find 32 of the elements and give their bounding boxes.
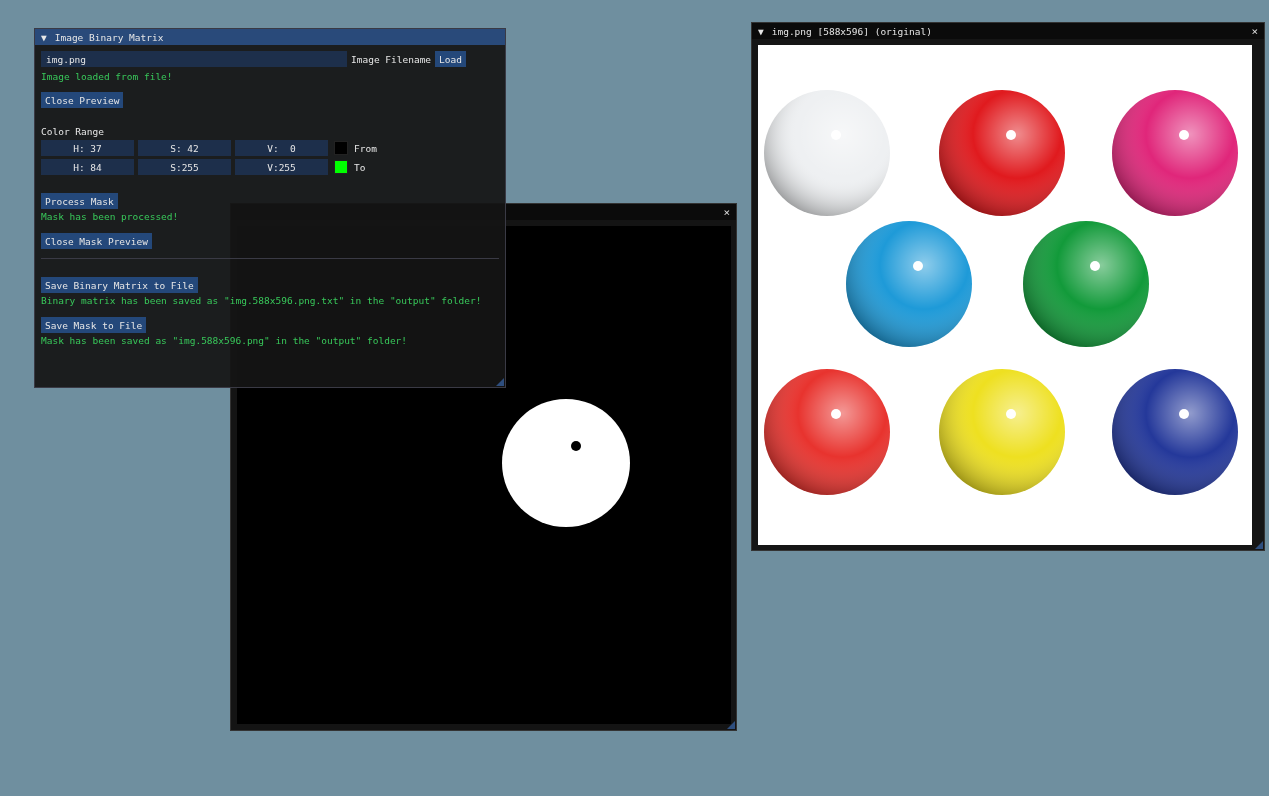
color-swatch[interactable] [334, 141, 348, 155]
color-swatch[interactable] [334, 160, 348, 174]
field-label: Image Filename [351, 53, 432, 65]
resize-grip-icon[interactable] [727, 721, 735, 729]
close-icon[interactable]: × [1251, 24, 1258, 38]
window-title: img.png [588x596] (original) [771, 25, 932, 37]
collapse-arrow[interactable]: ▼ [41, 31, 47, 43]
hsv-field[interactable]: S:255 [138, 159, 231, 175]
process-mask-button[interactable]: Process Mask [41, 193, 118, 209]
window-title: Image Binary Matrix [54, 31, 164, 43]
section-label: Color Range [41, 125, 104, 139]
status-message: Image loaded from file! [41, 70, 173, 84]
status-message: Mask has been processed! [41, 210, 179, 224]
range-label: To [354, 161, 366, 173]
range-label: From [354, 142, 377, 154]
save-matrix-button[interactable]: Save Binary Matrix to File [41, 277, 198, 293]
close-icon[interactable]: × [723, 205, 730, 219]
close-preview-button[interactable]: Close Preview [41, 92, 124, 108]
save-mask-button[interactable]: Save Mask to File [41, 317, 147, 333]
status-message: Mask has been saved as "img.588x596.png" in the "output" folder! [41, 334, 408, 348]
resize-grip-icon[interactable] [1255, 541, 1263, 549]
resize-grip-icon[interactable] [496, 378, 504, 386]
hsv-field[interactable]: H: 84 [41, 159, 134, 175]
load-button[interactable]: Load [435, 51, 466, 67]
hsv-field[interactable]: V: 0 [235, 140, 328, 156]
hsv-field[interactable]: S: 42 [138, 140, 231, 156]
hsv-field[interactable]: V:255 [235, 159, 328, 175]
close-mask-preview-button[interactable]: Close Mask Preview [41, 233, 152, 249]
hsv-field[interactable]: H: 37 [41, 140, 134, 156]
collapse-arrow[interactable]: ▼ [758, 25, 764, 37]
status-message: Binary matrix has been saved as "img.588x596.png.txt" in the "output" folder! [41, 294, 482, 308]
filename-field[interactable]: img.png [41, 51, 347, 67]
